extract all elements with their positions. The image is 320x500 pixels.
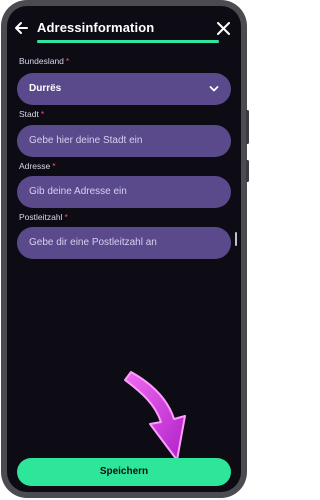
- city-label-text: Stadt: [19, 109, 39, 119]
- required-mark: *: [65, 56, 70, 66]
- chevron-down-icon: [209, 86, 219, 92]
- app-screen: Adressinformation Bundesland * Durrës Sta…: [7, 6, 241, 492]
- address-placeholder: Gib deine Adresse ein: [29, 186, 127, 197]
- required-mark: *: [40, 109, 45, 119]
- arrow-left-icon[interactable]: [14, 21, 28, 35]
- header: Adressinformation: [7, 6, 241, 46]
- state-value: Durrës: [29, 83, 62, 94]
- state-label-text: Bundesland: [19, 56, 64, 66]
- city-label: Stadt *: [19, 109, 44, 119]
- phone-frame: Adressinformation Bundesland * Durrës Sta…: [1, 0, 249, 498]
- address-label: Adresse *: [19, 161, 56, 171]
- postal-code-label: Postleitzahl *: [19, 212, 68, 222]
- volume-button: [246, 110, 249, 144]
- required-mark: *: [64, 212, 68, 222]
- postal-code-placeholder: Gebe dir eine Postleitzahl an: [29, 237, 157, 248]
- scrollbar[interactable]: [235, 232, 237, 246]
- postal-code-input[interactable]: Gebe dir eine Postleitzahl an: [17, 227, 231, 259]
- city-placeholder: Gebe hier deine Stadt ein: [29, 135, 143, 146]
- postal-code-label-text: Postleitzahl: [19, 212, 63, 222]
- state-select[interactable]: Durrës: [17, 73, 231, 105]
- address-label-text: Adresse: [19, 161, 51, 171]
- power-button: [246, 160, 249, 182]
- save-button[interactable]: Speichern: [17, 458, 231, 486]
- required-mark: *: [52, 161, 56, 171]
- progress-bar: [37, 40, 219, 43]
- state-label: Bundesland *: [19, 56, 69, 66]
- curved-arrow-icon: [124, 371, 186, 461]
- city-input[interactable]: Gebe hier deine Stadt ein: [17, 125, 231, 157]
- page-title: Adressinformation: [37, 20, 155, 35]
- close-icon[interactable]: [217, 22, 230, 35]
- address-input[interactable]: Gib deine Adresse ein: [17, 176, 231, 208]
